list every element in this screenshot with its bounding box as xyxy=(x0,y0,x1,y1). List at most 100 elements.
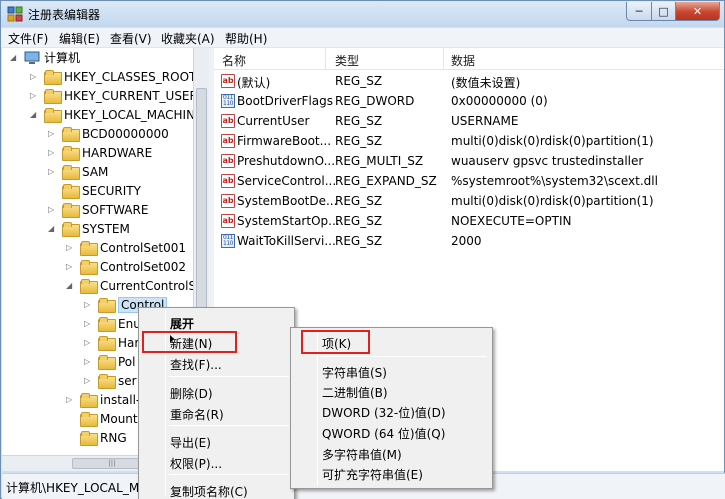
cell-type: REG_SZ xyxy=(335,194,383,208)
menu-edit[interactable]: 编辑(E) xyxy=(59,30,100,47)
tree-node[interactable]: ▷ HARDWARE xyxy=(48,143,152,162)
tree-node[interactable]: ▷ HKEY_CLASSES_ROOT xyxy=(30,67,196,86)
column-divider[interactable] xyxy=(443,48,444,70)
tree-node[interactable]: ▷ ControlSet002 xyxy=(66,257,186,276)
expand-arrow-icon[interactable]: ▷ xyxy=(66,262,75,271)
column-header: 名称 类型 数据 xyxy=(214,48,724,70)
submenu-item[interactable]: DWORD (32-位)值(D) xyxy=(293,401,490,422)
cell-name: SystemBootDe... xyxy=(237,194,338,208)
expand-arrow-icon[interactable]: ▷ xyxy=(84,300,93,309)
expand-arrow-icon[interactable]: ▷ xyxy=(84,357,93,366)
context-menu-item[interactable]: 删除(D) xyxy=(141,382,292,403)
context-menu-item[interactable]: 查找(F)... xyxy=(141,353,292,374)
table-row[interactable]: ab ServiceControl... REG_EXPAND_SZ %systemr… xyxy=(214,171,724,191)
menu-help[interactable]: 帮助(H) xyxy=(225,30,267,47)
submenu-item[interactable]: 可扩充字符串值(E) xyxy=(293,463,490,484)
tree-node[interactable]: ▷ SOFTWARE xyxy=(48,200,148,219)
expand-arrow-icon[interactable]: ▷ xyxy=(48,205,57,214)
tree-label: SYSTEM xyxy=(82,221,130,236)
menu-favorites[interactable]: 收藏夹(A) xyxy=(161,30,215,47)
registry-editor-window: 注册表编辑器 ─ □ ✕ 文件(F) 编辑(E) 查看(V) 收藏夹(A) 帮助… xyxy=(0,0,725,499)
tree-label: install- xyxy=(100,392,141,407)
collapse-arrow-icon[interactable]: ◢ xyxy=(10,53,19,62)
context-menu-item[interactable]: 展开 xyxy=(141,312,292,333)
table-row[interactable]: ab PreshutdownO... REG_MULTI_SZ wuauserv gp… xyxy=(214,151,724,171)
collapse-arrow-icon[interactable]: ◢ xyxy=(66,281,75,290)
col-name[interactable]: 名称 xyxy=(222,52,246,69)
menu-view[interactable]: 查看(V) xyxy=(110,30,152,47)
tree-node[interactable]: ▷ Enu xyxy=(84,314,141,333)
cell-type: REG_EXPAND_SZ xyxy=(335,174,437,188)
tree-node[interactable]: ▷ HKEY_CURRENT_USER xyxy=(30,86,198,105)
context-menu-item[interactable]: 权限(P)... xyxy=(141,452,292,473)
context-menu-item[interactable]: 导出(E) xyxy=(141,431,292,452)
tree-node[interactable]: RNG xyxy=(66,428,127,447)
expand-arrow-icon[interactable]: ▷ xyxy=(84,376,93,385)
table-row[interactable]: ab FirmwareBoot... REG_SZ multi(0)disk(0)rd… xyxy=(214,131,724,151)
tree-node[interactable]: ▷ BCD00000000 xyxy=(48,124,169,143)
close-button[interactable]: ✕ xyxy=(675,2,720,21)
tree-node[interactable]: ▷ SAM xyxy=(48,162,108,181)
collapse-arrow-icon[interactable]: ◢ xyxy=(30,110,39,119)
tree-node[interactable]: ◢ SYSTEM xyxy=(48,219,130,238)
submenu-item[interactable]: 字符串值(S) xyxy=(293,361,490,382)
collapse-arrow-icon[interactable]: ◢ xyxy=(48,224,57,233)
menu-item-label: 字符串值(S) xyxy=(322,366,387,380)
cell-name: FirmwareBoot... xyxy=(237,134,332,148)
tree-label: SOFTWARE xyxy=(82,202,149,217)
table-row[interactable]: 011 110 BootDriverFlags REG_DWORD 0x0000000… xyxy=(214,91,724,111)
minimize-button[interactable]: ─ xyxy=(626,2,652,21)
tree-label: ControlSet001 xyxy=(100,240,186,255)
cell-type: REG_SZ xyxy=(335,74,383,88)
maximize-button[interactable]: □ xyxy=(651,2,676,21)
tree-node[interactable]: Mount xyxy=(66,409,138,428)
tree-node[interactable]: ▷ Har xyxy=(84,333,139,352)
tree-node[interactable]: ▷ ControlSet001 xyxy=(66,238,186,257)
expand-arrow-icon[interactable]: ▷ xyxy=(66,243,75,252)
menu-file[interactable]: 文件(F) xyxy=(8,30,48,47)
submenu-item[interactable]: 二进制值(B) xyxy=(293,381,490,402)
close-icon: ✕ xyxy=(692,4,703,18)
tree-label: ControlSet002 xyxy=(100,259,186,274)
tree-node[interactable]: ▷ install- xyxy=(66,390,140,409)
table-row[interactable]: ab CurrentUser REG_SZ USERNAME xyxy=(214,111,724,131)
expand-arrow-icon[interactable]: ▷ xyxy=(66,395,75,404)
expand-arrow-icon[interactable]: ▷ xyxy=(48,167,57,176)
context-menu-item[interactable]: 重命名(R) xyxy=(141,403,292,424)
expand-arrow-icon[interactable]: ▷ xyxy=(30,91,39,100)
tree-label: HKEY_CURRENT_USER xyxy=(64,88,198,103)
menu-item-label: 二进制值(B) xyxy=(322,386,388,400)
col-type[interactable]: 类型 xyxy=(335,52,359,69)
tree-node[interactable]: ◢ HKEY_LOCAL_MACHINE xyxy=(30,105,203,124)
expand-arrow-icon[interactable]: ▷ xyxy=(84,319,93,328)
tree-label: SAM xyxy=(82,164,109,179)
tree-node[interactable]: SECURITY xyxy=(48,181,141,200)
table-row[interactable]: 011 110 WaitToKillServi... REG_SZ 2000 xyxy=(214,231,724,251)
context-menu-item[interactable]: 复制项名称(C) xyxy=(141,480,292,499)
context-menu-item[interactable]: 新建(N) xyxy=(141,332,292,353)
status-path: 计算机\HKEY_LOCAL_MA xyxy=(6,481,148,495)
cell-data: 2000 xyxy=(451,234,482,248)
table-row[interactable]: ab SystemBootDe... REG_SZ multi(0)disk(0)rd… xyxy=(214,191,724,211)
folder-icon xyxy=(62,203,80,218)
expand-arrow-icon[interactable]: ▷ xyxy=(84,338,93,347)
menu-item-label: 复制项名称(C) xyxy=(170,485,248,499)
submenu-item[interactable]: 多字符串值(M) xyxy=(293,443,490,464)
scroll-thumb[interactable] xyxy=(196,88,207,328)
table-row[interactable]: ab SystemStartOp... REG_SZ NOEXECUTE=OPTIN xyxy=(214,211,724,231)
tree-node[interactable]: ◢ CurrentControlSe xyxy=(66,276,203,295)
submenu-item[interactable]: 项(K) xyxy=(293,332,490,353)
expand-arrow-icon[interactable]: ▷ xyxy=(48,148,57,157)
col-data[interactable]: 数据 xyxy=(451,52,475,69)
submenu-item[interactable]: QWORD (64 位)值(Q) xyxy=(293,422,490,443)
tree-node[interactable]: ▷ Pol xyxy=(84,352,135,371)
string-value-icon: ab xyxy=(221,114,235,128)
menu-bar: 文件(F) 编辑(E) 查看(V) 收藏夹(A) 帮助(H) xyxy=(1,28,724,48)
tree-node[interactable]: ▷ ser xyxy=(84,371,137,390)
expand-arrow-icon[interactable]: ▷ xyxy=(48,129,57,138)
title-bar[interactable]: 注册表编辑器 ─ □ ✕ xyxy=(1,1,724,27)
expand-arrow-icon[interactable]: ▷ xyxy=(30,72,39,81)
column-divider[interactable] xyxy=(325,48,326,70)
tree-node-computer[interactable]: ◢ 计算机 xyxy=(10,48,80,67)
table-row[interactable]: ab (默认) REG_SZ (数值未设置) xyxy=(214,71,724,91)
